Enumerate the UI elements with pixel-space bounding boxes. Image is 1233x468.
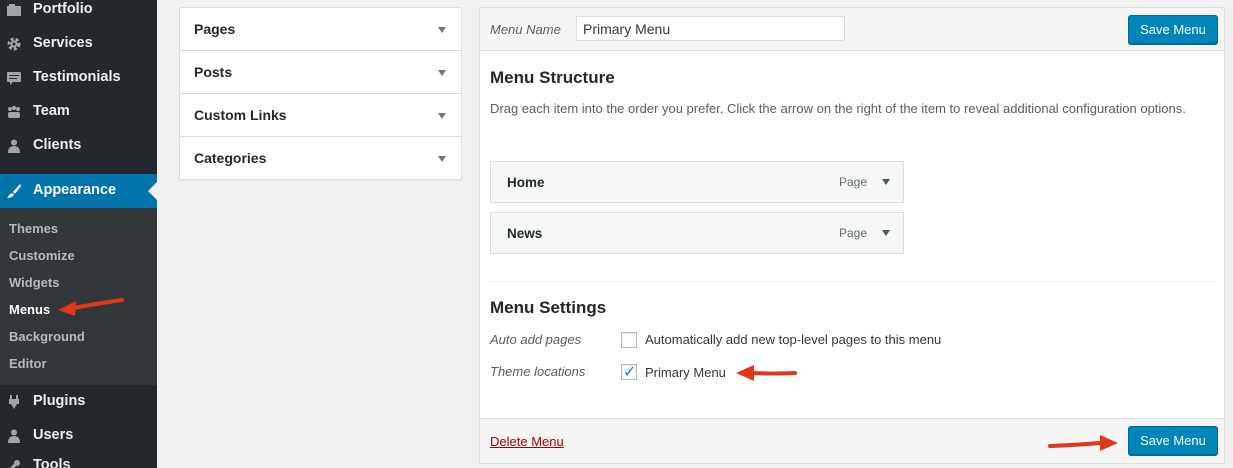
- clients-icon: [8, 139, 20, 153]
- primary-menu-text[interactable]: Primary Menu: [645, 365, 726, 380]
- user-icon: [8, 429, 20, 443]
- menu-item-title: Home: [507, 175, 545, 190]
- menu-structure-description: Drag each item into the order you prefer…: [490, 101, 1186, 116]
- submenu-item-themes[interactable]: Themes: [9, 221, 58, 236]
- delete-menu-link[interactable]: Delete Menu: [490, 434, 564, 449]
- sidebar-item-label: Team: [33, 103, 70, 119]
- sidebar-item-label: Plugins: [33, 393, 86, 409]
- menu-item-news[interactable]: News Page: [490, 212, 904, 254]
- primary-menu-checkbox[interactable]: ✓: [621, 364, 637, 381]
- menu-editor-panel: Menu Name Save Menu Menu Structure Drag …: [479, 7, 1225, 464]
- accordion-section-categories[interactable]: Categories: [180, 137, 461, 179]
- testimonial-icon: [7, 72, 21, 85]
- menu-name-label: Menu Name: [490, 22, 561, 37]
- accordion-label: Custom Links: [194, 107, 287, 123]
- brush-icon: [7, 184, 21, 198]
- menu-settings-title: Menu Settings: [490, 298, 607, 317]
- sidebar-item-label: Tools: [33, 457, 71, 468]
- chevron-down-icon[interactable]: [882, 179, 890, 185]
- auto-add-pages-checkbox[interactable]: [621, 332, 637, 348]
- accordion-section-custom-links[interactable]: Custom Links: [180, 94, 461, 137]
- submenu-item-widgets[interactable]: Widgets: [9, 275, 59, 290]
- annotation-arrow-save-menu: [1048, 435, 1118, 451]
- chevron-down-icon: [438, 27, 446, 33]
- auto-add-pages-text[interactable]: Automatically add new top-level pages to…: [645, 332, 941, 347]
- accordion-label: Pages: [194, 21, 236, 37]
- sidebar-item-testimonials[interactable]: Testimonials: [0, 61, 157, 95]
- sidebar-item-users[interactable]: Users: [0, 419, 157, 453]
- menu-item-type: Page: [838, 226, 867, 240]
- chevron-down-icon: [438, 113, 446, 119]
- submenu-item-menus[interactable]: Menus: [9, 302, 50, 317]
- accordion-label: Posts: [194, 64, 233, 80]
- admin-sidebar: Portfolio Services Testimonials Team Cli…: [0, 0, 157, 468]
- submenu-item-background[interactable]: Background: [9, 329, 85, 344]
- team-icon: [8, 105, 20, 118]
- chevron-down-icon: [438, 70, 446, 76]
- menu-name-input[interactable]: [576, 16, 845, 41]
- section-divider: [490, 281, 1216, 282]
- sidebar-item-team[interactable]: Team: [0, 95, 157, 129]
- add-menu-items-accordion: Pages Posts Custom Links Categories: [179, 7, 462, 180]
- sidebar-item-label: Clients: [33, 137, 82, 153]
- plugin-icon: [9, 395, 19, 409]
- sidebar-item-label: Testimonials: [33, 69, 121, 85]
- save-menu-button-top[interactable]: Save Menu: [1128, 15, 1218, 44]
- menu-editor-header: Menu Name Save Menu: [480, 8, 1224, 51]
- sidebar-item-clients[interactable]: Clients: [0, 129, 157, 163]
- annotation-arrow-primary-menu: [736, 365, 797, 381]
- tools-icon: [9, 460, 20, 468]
- chevron-down-icon: [438, 156, 446, 162]
- accordion-section-posts[interactable]: Posts: [180, 51, 461, 94]
- menu-item-home[interactable]: Home Page: [490, 161, 904, 203]
- sidebar-item-label: Users: [33, 427, 74, 443]
- accordion-section-pages[interactable]: Pages: [180, 8, 461, 51]
- sidebar-item-services[interactable]: Services: [0, 27, 157, 61]
- sidebar-item-label: Appearance: [33, 182, 117, 198]
- portfolio-icon: [7, 4, 21, 16]
- gear-icon: [7, 37, 21, 51]
- checkmark-icon: ✓: [623, 364, 637, 381]
- submenu-item-customize[interactable]: Customize: [9, 248, 75, 263]
- save-menu-button-bottom[interactable]: Save Menu: [1128, 426, 1218, 455]
- sidebar-item-tools[interactable]: Tools: [0, 449, 157, 468]
- accordion-label: Categories: [194, 150, 267, 166]
- chevron-down-icon[interactable]: [882, 230, 890, 236]
- menu-structure-title: Menu Structure: [490, 68, 615, 87]
- menu-item-title: News: [507, 226, 543, 241]
- menu-item-type: Page: [838, 175, 867, 189]
- sidebar-item-portfolio[interactable]: Portfolio: [0, 0, 157, 27]
- sidebar-item-appearance[interactable]: Appearance: [0, 174, 157, 208]
- theme-locations-label: Theme locations: [490, 364, 586, 379]
- sidebar-item-label: Services: [33, 35, 93, 51]
- sidebar-item-plugins[interactable]: Plugins: [0, 385, 157, 419]
- submenu-item-editor[interactable]: Editor: [9, 356, 47, 371]
- auto-add-pages-label: Auto add pages: [490, 332, 582, 347]
- sidebar-item-label: Portfolio: [33, 1, 93, 17]
- annotation-arrow-menus: [58, 298, 124, 316]
